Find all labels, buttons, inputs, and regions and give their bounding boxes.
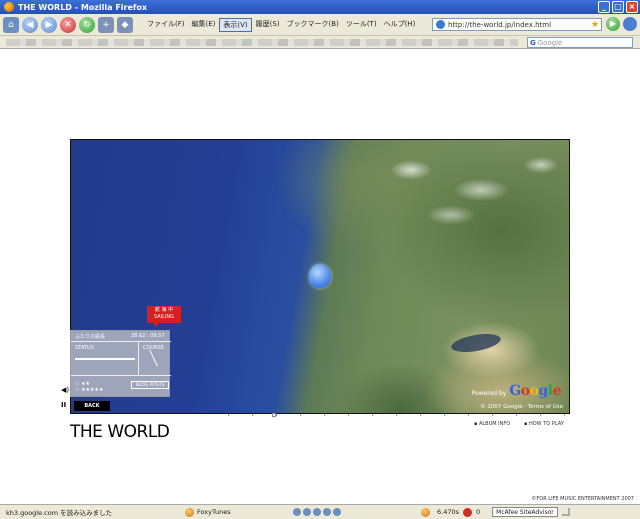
panel-course-label: COURSE xyxy=(143,345,164,351)
how-to-play-link[interactable]: ▪ HOW TO PLAY xyxy=(524,421,564,427)
back-button[interactable]: BACK xyxy=(74,401,110,411)
ship-location-marker[interactable] xyxy=(309,264,331,288)
maximize-button[interactable]: □ xyxy=(612,1,624,13)
media-volume-icon[interactable] xyxy=(333,508,341,516)
bookmark-star-icon[interactable]: ★ xyxy=(591,20,599,30)
forward-arrow-icon[interactable]: ▶ xyxy=(41,16,57,33)
reload-icon[interactable]: ↻ xyxy=(79,16,95,33)
media-play-icon[interactable] xyxy=(303,508,311,516)
minimize-button[interactable]: _ xyxy=(598,1,610,13)
powered-by-label: Powered by xyxy=(471,390,507,397)
foxytunes-label[interactable]: FoxyTunes xyxy=(197,508,231,516)
site-icon xyxy=(436,20,445,29)
status-bar: kh3.google.com を読み込みました FoxyTunes 6.470s… xyxy=(0,504,640,519)
blocked-count: 0 xyxy=(476,508,481,516)
timeline-position-handle[interactable] xyxy=(272,413,276,417)
menu-item[interactable]: ブックマーク(B) xyxy=(284,18,342,32)
navigation-toolbar: ⌂ ◀ ▶ ✕ ↻ + ◆ ファイル(F) 編集(E) 表示(V) 履歴(S) ブックマ… xyxy=(0,14,640,36)
timer-value: 6.470s xyxy=(437,508,459,516)
menu-item[interactable]: 編集(E) xyxy=(189,18,219,32)
sailing-badge-en: SAILING xyxy=(153,314,175,320)
toolbar-extension-icon[interactable] xyxy=(623,17,637,31)
status-text: kh3.google.com を読み込みました xyxy=(6,509,113,517)
sailing-badge-jp: 航 海 中 xyxy=(154,307,174,313)
mcafee-siteadvisor[interactable]: McAfee SiteAdvisor xyxy=(492,507,558,517)
home-icon[interactable]: ⌂ xyxy=(3,16,19,33)
back-arrow-icon[interactable]: ◀ xyxy=(22,16,38,33)
addon-icon[interactable] xyxy=(421,507,430,517)
bookmarks-bar: G Google xyxy=(0,36,640,49)
panel-divider xyxy=(71,341,171,342)
url-bar[interactable]: http://the-world.jp/index.html ★ xyxy=(432,18,602,31)
browser-window: THE WORLD - Mozilla Firefox _ □ × ⌂ ◀ ▶ … xyxy=(0,0,640,519)
url-text[interactable]: http://the-world.jp/index.html xyxy=(448,21,551,29)
media-stop-icon[interactable] xyxy=(313,508,321,516)
window-title: THE WORLD - Mozilla Firefox xyxy=(18,2,148,12)
sailing-status-badge: 航 海 中 SAILING xyxy=(147,306,181,327)
foxytunes-icon[interactable] xyxy=(185,507,194,517)
window-controls: _ □ × xyxy=(598,1,638,13)
album-info-link[interactable]: ▪ ALBUM INFO xyxy=(474,421,510,427)
search-box[interactable]: G Google xyxy=(527,37,633,48)
go-button[interactable]: ▶ xyxy=(606,17,620,31)
blocked-icon[interactable] xyxy=(463,507,472,517)
menu-item[interactable]: 履歴(S) xyxy=(253,18,283,32)
bookmark-add-icon[interactable]: + xyxy=(98,16,114,33)
voyage-info-panel: ふたりの船長 28.62 : 09.57 STATUS COURSE ☆ ★★ … xyxy=(70,330,171,397)
course-needle xyxy=(149,349,158,367)
rating-stars: ☆ ★★ ☆ ★★★★★ xyxy=(75,381,103,393)
bookmarks-list-blurred[interactable] xyxy=(6,39,518,46)
resize-grip[interactable] xyxy=(561,508,570,516)
close-button[interactable]: × xyxy=(626,1,638,13)
site-title: THE WORLD xyxy=(70,422,170,442)
extension-icon[interactable]: ◆ xyxy=(117,16,133,33)
google-search-icon: G xyxy=(530,38,536,47)
panel-divider-bottom xyxy=(71,375,171,376)
blog-posts-button[interactable]: BLOG POSTS xyxy=(131,381,169,389)
menu-item[interactable]: ファイル(F) xyxy=(144,18,188,32)
menu-item[interactable]: ヘルプ(H) xyxy=(381,18,419,32)
panel-status-label: STATUS xyxy=(75,345,94,351)
volume-icon[interactable]: ◀) xyxy=(61,386,69,394)
panel-ship-name: ふたりの船長 xyxy=(75,334,106,340)
media-controls xyxy=(293,508,341,516)
timeline-ruler[interactable] xyxy=(228,414,570,416)
status-timer: 6.470s 0 xyxy=(421,507,481,517)
google-logo: Google xyxy=(509,383,561,399)
menu-bar: ファイル(F) 編集(E) 表示(V) 履歴(S) ブックマーク(B) ツール(T) ヘルプ… xyxy=(144,17,419,32)
menu-item[interactable]: 表示(V) xyxy=(219,17,252,32)
stop-icon[interactable]: ✕ xyxy=(60,16,76,33)
cloud-layer xyxy=(371,150,569,230)
panel-time: 28.62 : 09.57 xyxy=(131,333,165,339)
media-next-icon[interactable] xyxy=(323,508,331,516)
pause-icon[interactable]: II xyxy=(61,401,69,411)
panel-vertical-divider xyxy=(138,341,139,375)
firefox-icon xyxy=(4,2,14,12)
search-placeholder: Google xyxy=(537,38,563,47)
lake-shape xyxy=(449,330,503,356)
map-copyright[interactable]: © 2007 Google · Terms of Use xyxy=(480,404,563,410)
media-prev-icon[interactable] xyxy=(293,508,301,516)
voyage-progress-bar xyxy=(75,358,135,360)
menu-item[interactable]: ツール(T) xyxy=(343,18,380,32)
foxytunes-widget[interactable]: FoxyTunes xyxy=(185,507,285,517)
stars-row-2: ☆ ★★★★★ xyxy=(75,387,104,393)
footer-copyright: ©FOR LIFE MUSIC ENTERTAINMENT 2007 xyxy=(531,496,634,502)
google-attribution: Powered by Google xyxy=(471,383,562,399)
title-bar: THE WORLD - Mozilla Firefox _ □ × xyxy=(0,0,640,14)
